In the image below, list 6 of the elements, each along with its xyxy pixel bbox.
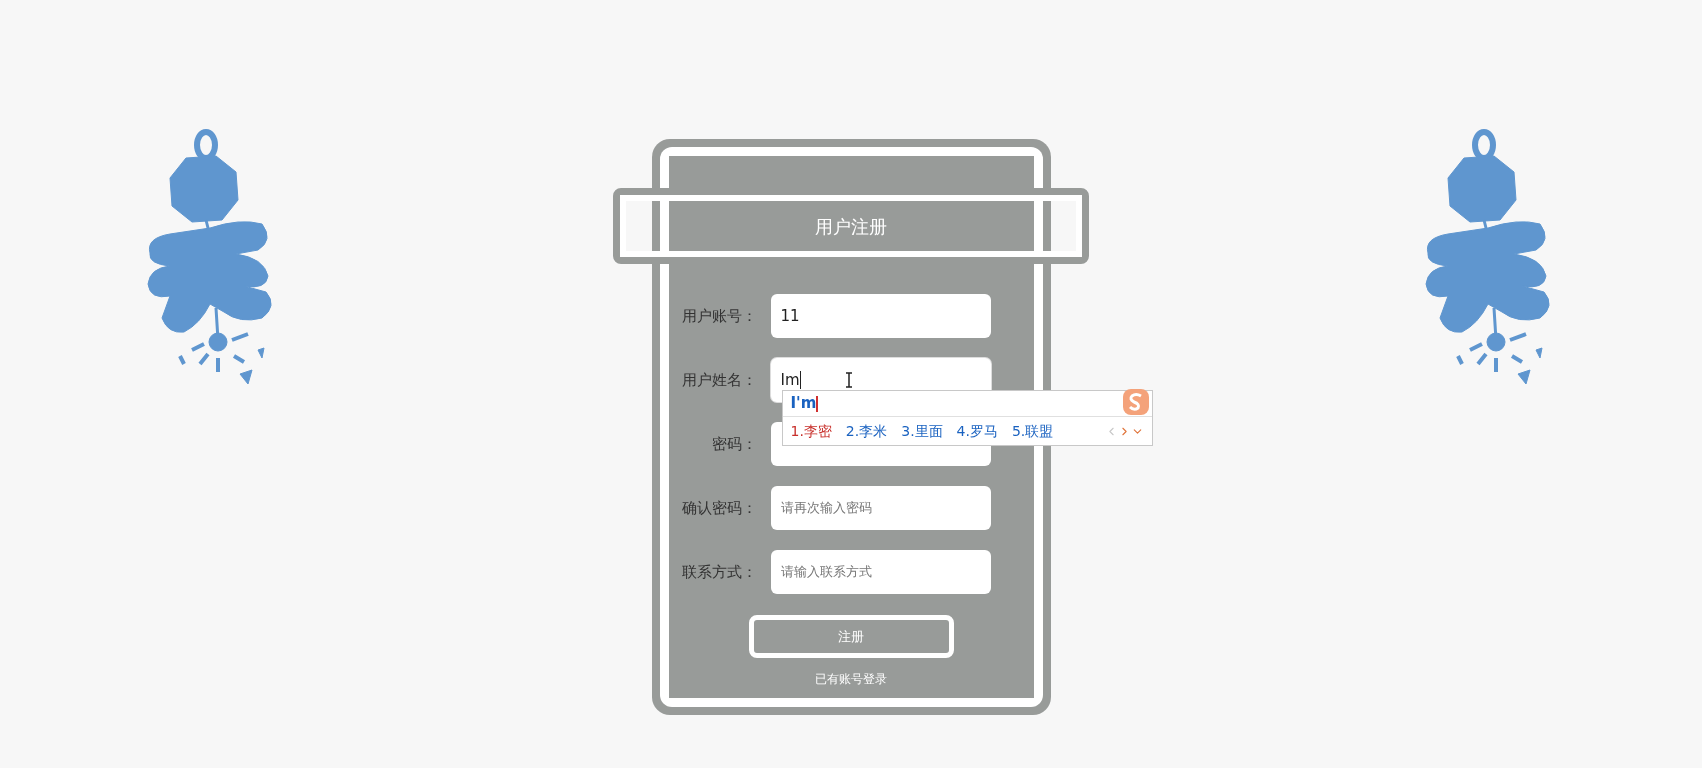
field-label: 密码： — [711, 433, 757, 455]
field-label: 用户账号： — [681, 305, 757, 327]
page-title: 用户注册 — [815, 214, 887, 239]
field-label: 确认密码： — [681, 497, 757, 519]
field-label: 联系方式： — [681, 561, 757, 583]
field-label: 用户姓名： — [681, 369, 757, 391]
